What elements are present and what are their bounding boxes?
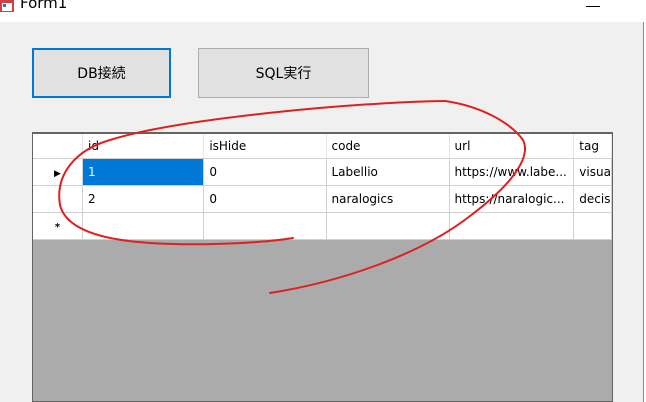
header-row: id isHide code url tag [33,134,612,159]
new-row: * [33,212,612,240]
cell-tag[interactable]: visua [573,158,612,186]
cell-tag[interactable]: decis [573,185,612,213]
column-header-code[interactable]: code [326,134,450,159]
cell-url[interactable] [449,212,575,240]
current-row-icon: ▶ [54,168,61,179]
sql-execute-button[interactable]: SQL実行 [198,48,369,98]
cell-code[interactable]: Labellio [326,158,450,186]
cell-code[interactable]: naralogics [326,185,450,213]
cell-ishide[interactable]: 0 [203,185,327,213]
cell-ishide[interactable] [203,212,327,240]
cell-id[interactable] [82,212,205,240]
app-icon [0,0,14,12]
title-bar: Form1 [0,0,646,22]
column-header-ishide[interactable]: isHide [203,134,327,159]
new-row-icon: * [54,221,61,233]
form-client-area: DB接続 SQL実行 id isHide code url tag ▶ 1 0 … [0,22,644,402]
data-grid[interactable]: id isHide code url tag ▶ 1 0 Labellio ht… [32,132,613,402]
cell-url[interactable]: https://www.labe... [449,158,575,186]
table-row: ▶ 1 0 Labellio https://www.labe... visua [33,158,612,186]
minimize-icon[interactable] [586,0,600,7]
row-header[interactable] [33,185,83,213]
table-row: 2 0 naralogics https://naralogic... deci… [33,185,612,213]
window-title: Form1 [20,0,68,12]
column-header-url[interactable]: url [449,134,575,159]
cell-code[interactable] [326,212,450,240]
cell-ishide[interactable]: 0 [203,158,327,186]
row-header[interactable]: * [33,212,83,240]
cell-id[interactable]: 2 [82,185,205,213]
cell-tag[interactable] [573,212,612,240]
corner-header [33,134,83,159]
column-header-tag[interactable]: tag [573,134,612,159]
cell-id[interactable]: 1 [82,158,205,186]
db-connect-button[interactable]: DB接続 [32,48,171,98]
grid-table: id isHide code url tag ▶ 1 0 Labellio ht… [33,134,612,240]
row-header[interactable]: ▶ [33,158,83,186]
column-header-id[interactable]: id [82,134,205,159]
cell-url[interactable]: https://naralogic... [449,185,575,213]
